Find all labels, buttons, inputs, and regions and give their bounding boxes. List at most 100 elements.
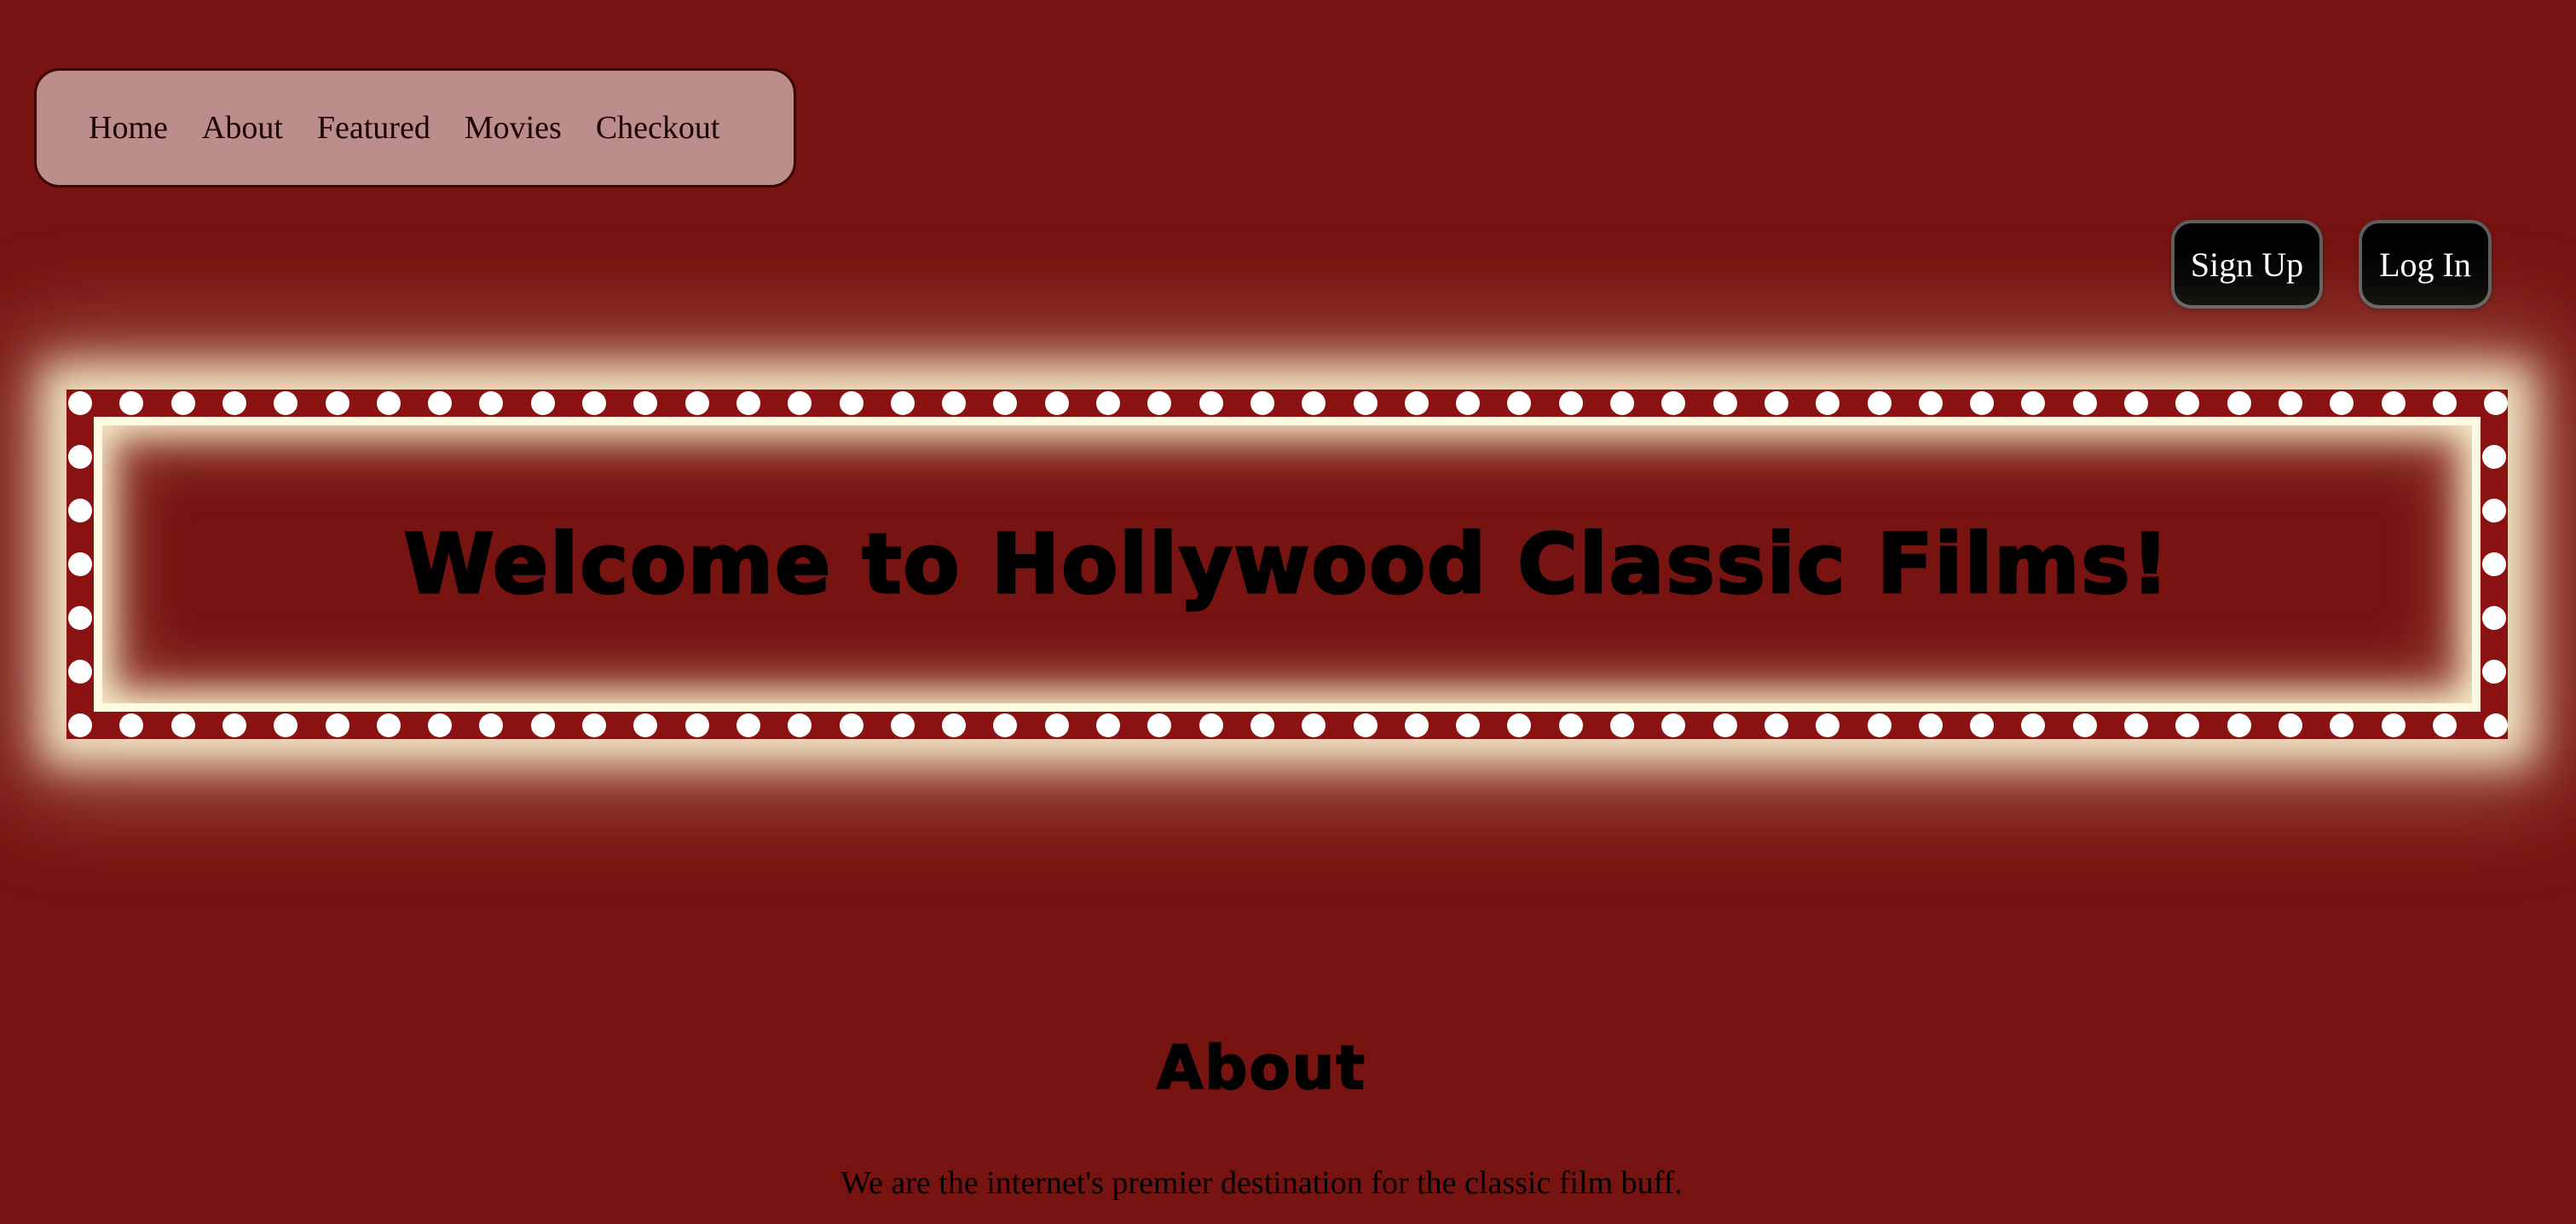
marquee-light-bulb bbox=[2432, 713, 2457, 737]
marquee-light-bulb bbox=[1764, 391, 1788, 415]
marquee-light-bulb bbox=[1507, 391, 1532, 415]
nav-link-home[interactable]: Home bbox=[89, 112, 168, 144]
marquee-light-bulb bbox=[222, 713, 246, 737]
marquee-light-bulb bbox=[633, 713, 658, 737]
marquee-light-bulb bbox=[1610, 391, 1634, 415]
marquee-light-bulb bbox=[1816, 713, 1840, 737]
marquee-light-bulb bbox=[530, 391, 555, 415]
marquee-light-bulb bbox=[684, 391, 709, 415]
about-heading: About bbox=[1156, 1032, 1366, 1104]
marquee-light-bulb bbox=[1096, 713, 1120, 737]
marquee-light-bulb bbox=[839, 391, 863, 415]
sign-up-button[interactable]: Sign Up bbox=[2171, 220, 2323, 309]
marquee-light-bulb bbox=[1302, 391, 1326, 415]
marquee-light-bulb bbox=[2432, 391, 2457, 415]
marquee-light-bulb bbox=[170, 391, 195, 415]
about-description: We are the internet's premier destinatio… bbox=[840, 1165, 1683, 1201]
marquee-light-bulb bbox=[1456, 713, 1481, 737]
marquee-light-bulb bbox=[1456, 391, 1481, 415]
marquee-light-bulb bbox=[1661, 391, 1686, 415]
marquee-light-bulb bbox=[1918, 391, 1943, 415]
marquee-light-bulb bbox=[1970, 391, 1995, 415]
marquee-light-bulb bbox=[1198, 713, 1223, 737]
marquee-light-bulb bbox=[2484, 713, 2509, 737]
marquee-light-bulb bbox=[170, 713, 195, 737]
marquee-light-bulb bbox=[1867, 391, 1892, 415]
nav-link-featured[interactable]: Featured bbox=[317, 112, 430, 144]
marquee-light-bulb bbox=[1404, 713, 1429, 737]
main-navigation: Home About Featured Movies Checkout bbox=[34, 68, 796, 188]
marquee-light-bulb bbox=[2124, 713, 2148, 737]
marquee-light-bulb bbox=[2072, 713, 2097, 737]
marquee-light-bulb bbox=[274, 391, 298, 415]
marquee-light-bulb bbox=[2278, 391, 2302, 415]
marquee-light-bulb bbox=[890, 391, 915, 415]
marquee-light-bulb bbox=[428, 391, 453, 415]
marquee-light-bulb bbox=[1507, 713, 1532, 737]
marquee-light-bulb bbox=[1918, 713, 1943, 737]
marquee-light-bulb bbox=[1250, 713, 1274, 737]
marquee-light-bulb bbox=[2482, 445, 2506, 469]
marquee-light-bulb bbox=[633, 391, 658, 415]
nav-link-about[interactable]: About bbox=[202, 112, 283, 144]
marquee-light-bulb bbox=[1147, 391, 1172, 415]
marquee-light-bulb bbox=[2021, 391, 2046, 415]
marquee-light-bulb bbox=[1147, 713, 1172, 737]
marquee-light-bulb bbox=[530, 713, 555, 737]
marquee-light-bulb bbox=[1353, 713, 1378, 737]
marquee-light-bulb bbox=[582, 391, 606, 415]
marquee-light-bulb bbox=[68, 499, 92, 523]
marquee-light-bulb bbox=[2175, 391, 2200, 415]
marquee-light-bulb bbox=[2381, 713, 2406, 737]
marquee-inner-panel: Welcome to Hollywood Classic Films! bbox=[94, 417, 2481, 712]
marquee-light-bulb bbox=[68, 660, 92, 684]
marquee-light-bulb bbox=[2482, 552, 2506, 576]
marquee-light-bulb bbox=[1558, 713, 1583, 737]
marquee-light-bulb bbox=[788, 391, 812, 415]
marquee-light-bulb bbox=[2330, 391, 2354, 415]
marquee-light-bulb bbox=[2175, 713, 2200, 737]
marquee-light-bulb bbox=[1404, 391, 1429, 415]
nav-link-movies[interactable]: Movies bbox=[465, 112, 562, 144]
marquee-light-bulb bbox=[2072, 391, 2097, 415]
marquee-light-bulb bbox=[788, 713, 812, 737]
marquee-light-bulb bbox=[428, 713, 453, 737]
marquee-light-bulb bbox=[1713, 391, 1737, 415]
marquee-light-bulb bbox=[1713, 713, 1737, 737]
log-in-button[interactable]: Log In bbox=[2359, 220, 2492, 309]
marquee-light-bulb bbox=[1610, 713, 1634, 737]
marquee-light-bulb bbox=[68, 552, 92, 576]
marquee-light-bulb bbox=[1302, 713, 1326, 737]
marquee-light-bulb bbox=[582, 713, 606, 737]
marquee-light-bulb bbox=[1096, 391, 1120, 415]
marquee-light-bulb bbox=[325, 713, 349, 737]
marquee-light-bulb bbox=[68, 606, 92, 630]
marquee-light-bulb bbox=[2278, 713, 2302, 737]
marquee-light-bulb bbox=[736, 391, 760, 415]
marquee-light-bulb bbox=[1044, 713, 1069, 737]
marquee-light-bulb bbox=[1661, 713, 1686, 737]
marquee-light-bulb bbox=[325, 391, 349, 415]
marquee-light-bulb bbox=[2484, 391, 2509, 415]
marquee-light-bulb bbox=[2482, 606, 2506, 630]
marquee-light-bulb bbox=[119, 391, 144, 415]
marquee-light-bulb bbox=[1198, 391, 1223, 415]
marquee-light-bulb bbox=[1250, 391, 1274, 415]
nav-link-checkout[interactable]: Checkout bbox=[596, 112, 720, 144]
marquee-light-bulb bbox=[1867, 713, 1892, 737]
hero-marquee: Welcome to Hollywood Classic Films! bbox=[66, 390, 2509, 739]
marquee-light-bulb bbox=[479, 391, 504, 415]
marquee-light-bulb bbox=[479, 713, 504, 737]
marquee-light-bulb bbox=[684, 713, 709, 737]
marquee-light-bulb bbox=[993, 713, 1018, 737]
marquee-light-bulb bbox=[993, 391, 1018, 415]
marquee-light-bulb bbox=[1816, 391, 1840, 415]
marquee-light-bulb bbox=[2124, 391, 2148, 415]
marquee-light-bulb bbox=[942, 391, 967, 415]
marquee-light-bulb bbox=[1353, 391, 1378, 415]
marquee-light-bulb bbox=[1970, 713, 1995, 737]
marquee-light-bulb bbox=[376, 713, 401, 737]
marquee-light-bulb bbox=[274, 713, 298, 737]
marquee-light-bulb bbox=[1558, 391, 1583, 415]
marquee-light-bulb bbox=[2482, 499, 2506, 523]
